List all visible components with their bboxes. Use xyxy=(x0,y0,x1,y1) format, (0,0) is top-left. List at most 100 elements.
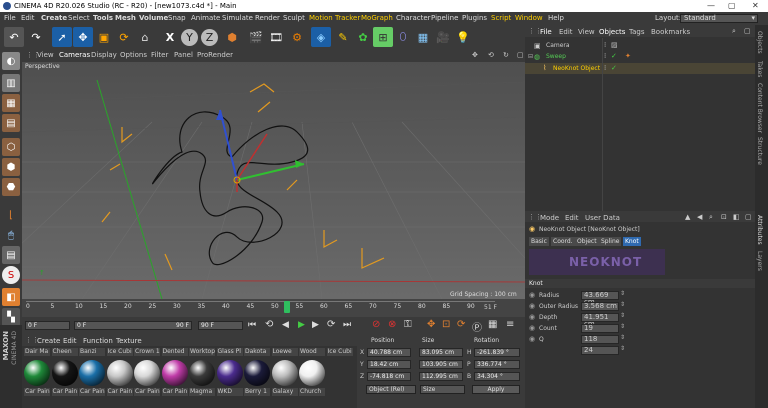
menu-plugins[interactable]: Plugins xyxy=(462,14,487,22)
animate-param-icon[interactable]: ◉ xyxy=(529,324,535,332)
point-level-animation-icon[interactable]: ▦ xyxy=(488,319,497,330)
size-field[interactable]: 112.995 cm xyxy=(419,372,463,381)
deformer-icon[interactable]: ⬯ xyxy=(393,27,413,47)
minimize-icon[interactable]: — xyxy=(707,1,715,10)
object-name-neoknot[interactable]: NeoKnot Object xyxy=(553,65,600,72)
stepper-arrows-icon[interactable]: ⇕ xyxy=(620,301,625,308)
knot-param-field[interactable]: 24 xyxy=(581,346,619,355)
viewport-menu-filter[interactable]: Filter xyxy=(151,51,168,59)
apply-button[interactable]: Apply xyxy=(472,385,520,394)
material-swatch[interactable] xyxy=(299,360,325,386)
timeline-menu-icon[interactable]: ≡ xyxy=(506,319,514,330)
objmgr-menu-file[interactable]: File xyxy=(540,28,552,36)
objmgr-menu-tags[interactable]: Tags xyxy=(629,28,645,36)
attr-menu-user-data[interactable]: User Data xyxy=(585,214,620,222)
material-swatch[interactable] xyxy=(51,360,78,386)
menu-mesh[interactable]: Mesh xyxy=(115,14,136,22)
material-name[interactable]: Dented xyxy=(161,348,188,356)
material-swatch[interactable] xyxy=(134,360,160,386)
attr-new-icon[interactable]: ◧ xyxy=(733,213,740,221)
menu-sculpt[interactable]: Sculpt xyxy=(283,14,305,22)
viewport-move-icon[interactable]: ✥ xyxy=(472,51,478,59)
parameter-key-icon[interactable]: Ⓟ xyxy=(472,319,482,334)
stepper-arrows-icon[interactable]: ⇕ xyxy=(620,334,625,341)
z-axis-lock-icon[interactable]: Z xyxy=(201,29,218,46)
next-frame-icon[interactable]: ▶ xyxy=(312,320,319,330)
menu-motion-tracker[interactable]: Motion Tracker xyxy=(309,14,360,22)
side-tab-content-browser[interactable]: Content Browser xyxy=(756,83,763,133)
side-tab-takes[interactable]: Takes xyxy=(756,61,763,77)
material-label[interactable]: Car Pain xyxy=(134,388,160,396)
attr-maximize-icon[interactable]: ▢ xyxy=(745,213,752,221)
attr-search-icon[interactable]: ⌕ xyxy=(709,213,713,222)
material-name[interactable]: Ice Cubi xyxy=(326,348,353,356)
previous-keyframe-icon[interactable]: ⟲ xyxy=(265,319,273,330)
collapse-icon[interactable]: ⊟ xyxy=(528,53,533,60)
position-field[interactable]: 18.42 cm xyxy=(367,360,411,369)
end-frame-field[interactable]: 90 F xyxy=(198,321,243,330)
attr-back-icon[interactable]: ◀ xyxy=(697,213,702,221)
material-name[interactable]: Wood xyxy=(299,348,325,356)
array-icon[interactable]: ⊞ xyxy=(373,27,393,47)
knot-param-field[interactable]: 118 xyxy=(581,335,619,344)
attr-tab-coord[interactable]: Coord. xyxy=(551,237,575,246)
autokeying-icon[interactable]: ⊗ xyxy=(388,319,396,330)
polygons-mode-icon[interactable]: ⬣ xyxy=(2,178,20,196)
attr-tab-object[interactable]: Object xyxy=(575,237,599,246)
make-editable-icon[interactable]: ◐ xyxy=(2,52,20,70)
start-frame-field[interactable]: 0 F xyxy=(25,321,70,330)
visibility-dots-icon[interactable]: ⁞ xyxy=(604,64,606,72)
light-icon[interactable]: 💡 xyxy=(453,27,473,47)
material-swatch[interactable] xyxy=(79,360,105,386)
tweak-mode-icon[interactable]: 🖱 xyxy=(2,226,20,244)
object-name-camera[interactable]: Camera xyxy=(546,42,570,49)
menu-volume[interactable]: Volume xyxy=(139,14,168,22)
size-field[interactable]: 103.905 cm xyxy=(419,360,463,369)
record-active-objects-icon[interactable]: ⊘ xyxy=(372,319,380,330)
menu-help[interactable]: Help xyxy=(548,14,564,22)
objmgr-maximize-icon[interactable]: ▢ xyxy=(744,27,751,35)
previous-frame-icon[interactable]: ◀ xyxy=(282,320,289,330)
attr-up-icon[interactable]: ▲ xyxy=(685,213,690,221)
object-row-camera[interactable]: ▣ Camera ⁞ ▨ xyxy=(525,41,755,51)
move-icon[interactable]: ✥ xyxy=(73,27,93,47)
viewport-menu-prorender[interactable]: ProRender xyxy=(197,51,233,59)
menu-simulate[interactable]: Simulate xyxy=(222,14,253,22)
viewport-menu-view[interactable]: View xyxy=(37,51,54,59)
stepper-arrows-icon[interactable]: ⇕ xyxy=(620,290,625,297)
position-key-icon[interactable]: ✥ xyxy=(427,319,435,330)
workplane-icon[interactable]: ▤ xyxy=(2,114,20,132)
material-name[interactable]: Cheen xyxy=(51,348,78,356)
menu-select[interactable]: Select xyxy=(68,14,90,22)
coord-mode-select[interactable]: Object (Rel) xyxy=(366,385,416,394)
rotate-icon[interactable]: ⟳ xyxy=(114,27,134,47)
rotation-field[interactable]: 336.774 ° xyxy=(474,360,520,369)
knot-param-field[interactable]: 43.669 cm xyxy=(581,291,619,306)
attr-tab-spline[interactable]: Spline xyxy=(599,237,622,246)
material-label[interactable]: Magma xyxy=(189,388,215,396)
material-label[interactable]: Church xyxy=(299,388,325,396)
size-mode-select[interactable]: Size xyxy=(420,385,465,394)
planar-workplane-icon[interactable]: ▚ xyxy=(2,308,20,326)
material-swatch[interactable] xyxy=(189,360,215,386)
render-view-icon[interactable]: 🎬 xyxy=(246,27,266,47)
material-swatch[interactable] xyxy=(161,360,188,386)
pen-spline-icon[interactable]: ✎ xyxy=(333,27,353,47)
menu-character[interactable]: Character xyxy=(396,14,431,22)
material-label[interactable]: Berry 1 xyxy=(244,388,270,396)
rotation-field[interactable]: -261.839 ° xyxy=(474,348,520,357)
knot-param-field[interactable]: 41.951 cm xyxy=(581,313,619,328)
visibility-dots-icon[interactable]: ⁞ xyxy=(604,41,606,49)
stepper-arrows-icon[interactable]: ⇕ xyxy=(620,345,625,352)
objmgr-menu-objects[interactable]: Objects xyxy=(599,28,625,36)
animate-param-icon[interactable]: ◉ xyxy=(529,335,535,343)
menu-edit[interactable]: Edit xyxy=(21,14,35,22)
rotation-field[interactable]: 34.304 ° xyxy=(474,372,520,381)
animate-param-icon[interactable]: ◉ xyxy=(529,291,535,299)
side-tab-layers[interactable]: Layers xyxy=(756,251,763,271)
viewport-menu-options[interactable]: Options xyxy=(120,51,147,59)
menu-pipeline[interactable]: Pipeline xyxy=(431,14,458,22)
viewport-rotate-icon[interactable]: ⟲ xyxy=(488,51,494,59)
material-name[interactable]: Crown 1 xyxy=(134,348,160,356)
object-row-sweep[interactable]: ⊟ ◍ Sweep ⁞ ✓ ✦ xyxy=(525,52,755,62)
